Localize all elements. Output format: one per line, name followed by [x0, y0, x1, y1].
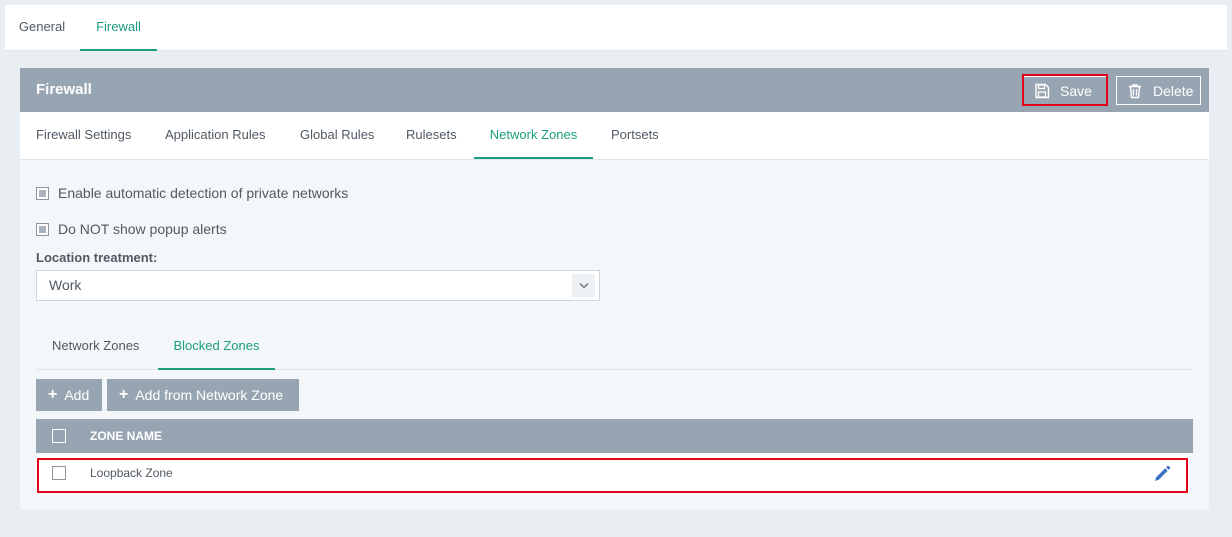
select-all-checkbox[interactable]: [52, 429, 66, 443]
zone-name-cell: Loopback Zone: [90, 466, 173, 480]
tab-application-rules[interactable]: Application Rules: [165, 112, 265, 159]
table-row[interactable]: Loopback Zone: [36, 455, 1189, 491]
delete-button-label: Delete: [1153, 82, 1194, 99]
add-from-network-zone-label: Add from Network Zone: [135, 387, 284, 403]
panel-title: Firewall: [36, 81, 92, 98]
location-treatment-select[interactable]: Work: [36, 270, 600, 301]
tab-blocked-zones[interactable]: Blocked Zones: [158, 326, 275, 370]
save-button-label: Save: [1060, 82, 1092, 99]
pencil-icon[interactable]: [1153, 464, 1171, 482]
tab-global-rules[interactable]: Global Rules: [300, 112, 374, 159]
tab-network-zones[interactable]: Network Zones: [474, 112, 593, 159]
trash-icon: [1127, 83, 1143, 99]
tab-portsets[interactable]: Portsets: [611, 112, 659, 159]
tab-rulesets[interactable]: Rulesets: [406, 112, 457, 159]
plus-icon: +: [48, 386, 58, 403]
delete-button[interactable]: Delete: [1116, 76, 1201, 105]
firewall-panel: Firewall Save Delete Firewall Settings A…: [20, 68, 1209, 510]
checkbox-indeterminate: [36, 222, 49, 236]
column-header-zone-name[interactable]: ZONE NAME: [90, 419, 162, 453]
location-treatment-label: Location treatment:: [36, 250, 158, 265]
no-popup-label: Do NOT show popup alerts: [58, 221, 227, 237]
tab-network-zones-list[interactable]: Network Zones: [52, 326, 139, 370]
location-treatment-value: Work: [49, 277, 82, 293]
table-header: ZONE NAME: [36, 419, 1193, 453]
chevron-down-icon[interactable]: [572, 274, 595, 297]
panel-header: Firewall Save Delete: [20, 68, 1209, 112]
auto-detect-private-networks-checkbox[interactable]: Enable automatic detection of private ne…: [36, 184, 348, 202]
row-checkbox[interactable]: [52, 466, 66, 480]
checkbox-indeterminate: [36, 186, 49, 200]
add-button[interactable]: + Add: [36, 379, 102, 411]
floppy-disk-icon: [1034, 83, 1050, 99]
plus-icon: +: [119, 386, 129, 403]
zones-tab-bar: Network Zones Blocked Zones: [36, 326, 1192, 370]
no-popup-alerts-checkbox[interactable]: Do NOT show popup alerts: [36, 220, 227, 238]
tab-general[interactable]: General: [8, 5, 76, 51]
add-from-network-zone-button[interactable]: + Add from Network Zone: [107, 379, 299, 411]
auto-detect-label: Enable automatic detection of private ne…: [58, 185, 349, 201]
add-button-label: Add: [64, 387, 90, 403]
save-button[interactable]: Save: [1023, 76, 1107, 105]
tab-firewall-settings[interactable]: Firewall Settings: [36, 112, 131, 159]
top-tab-bar: General Firewall: [5, 5, 1227, 51]
firewall-sub-tab-bar: Firewall Settings Application Rules Glob…: [20, 112, 1209, 160]
tab-firewall[interactable]: Firewall: [80, 5, 157, 51]
